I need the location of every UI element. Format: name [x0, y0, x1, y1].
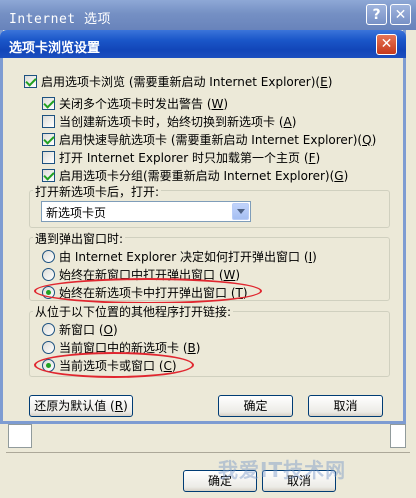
label-end: ) — [195, 340, 201, 355]
popup-group-legend: 遇到弹出窗口时: — [33, 230, 126, 247]
checkbox-box[interactable] — [24, 74, 37, 88]
checkbox-label: 打开 Internet Explorer 时只加载第一个主页 ( — [59, 150, 309, 165]
access-key: R — [114, 399, 124, 413]
label-end: ) — [371, 132, 377, 147]
checkbox-label: 关闭多个选项卡时发出警告 ( — [59, 96, 212, 111]
checkbox-box[interactable] — [42, 168, 55, 182]
new-tab-group-legend: 打开新选项卡后，打开: — [33, 183, 162, 200]
label-end: ) — [112, 322, 118, 337]
links-group-legend: 从位于以下位置的其他程序打开链接: — [33, 303, 234, 320]
switch-to-new-tab-checkbox[interactable]: 当创建新选项卡时，始终切换到新选项卡 (A) — [42, 113, 296, 129]
chevron-down-icon[interactable] — [232, 203, 249, 220]
popup-ie-decides-radio[interactable]: 由 Internet Explorer 决定如何打开弹出窗口 (I) — [42, 248, 317, 264]
internet-options-titlebar[interactable]: Internet 选项 — [0, 0, 416, 30]
label-end: ) — [327, 74, 333, 89]
checkbox-box[interactable] — [42, 96, 55, 110]
radio-label: 由 Internet Explorer 决定如何打开弹出窗口 ( — [59, 249, 309, 264]
access-key: W — [211, 96, 224, 111]
access-key: A — [283, 114, 292, 129]
label-end: ) — [235, 267, 241, 282]
background-panel — [390, 424, 406, 448]
restore-defaults-button[interactable]: 还原为默认值 (R) — [29, 395, 133, 417]
enable-tabbed-browsing-checkbox[interactable]: 启用选项卡浏览 (需要重新启动 Internet Explorer)(E) — [24, 73, 332, 89]
checkbox-label: 启用选项卡浏览 (需要重新启动 Internet Explorer)( — [41, 74, 321, 89]
access-key: Q — [362, 132, 372, 147]
watermark: 我爱IT技术网 — [218, 458, 347, 482]
tab-groups-checkbox[interactable]: 启用选项卡分组(需要重新启动 Internet Explorer)(G) — [42, 167, 348, 183]
button-label: 还原为默认值 ( — [34, 399, 115, 413]
access-key: B — [187, 340, 196, 355]
label-end: ) — [123, 399, 128, 413]
dialog-titlebar[interactable]: 选项卡浏览设置 — [0, 30, 406, 58]
radio-circle[interactable] — [42, 249, 55, 263]
radio-circle[interactable] — [42, 340, 55, 354]
checkbox-box[interactable] — [42, 132, 55, 146]
label-end: ) — [343, 168, 349, 183]
access-key: O — [103, 322, 113, 337]
radio-circle[interactable] — [42, 267, 55, 281]
select-value: 新选项卡页 — [46, 206, 107, 220]
checkbox-label: 启用选项卡分组(需要重新启动 Internet Explorer)( — [59, 168, 335, 183]
red-highlight-ellipse — [34, 278, 262, 304]
access-key: E — [320, 74, 328, 89]
radio-label: 新窗口 ( — [59, 322, 104, 337]
access-key: G — [334, 168, 344, 183]
dialog-cancel-button[interactable]: 取消 — [308, 395, 383, 417]
close-button[interactable]: ✕ — [390, 4, 411, 25]
links-new-window-radio[interactable]: 新窗口 (O) — [42, 321, 118, 337]
background-panel — [8, 424, 32, 448]
label-end: ) — [312, 249, 317, 264]
new-tab-page-select[interactable]: 新选项卡页 — [41, 201, 251, 222]
access-key: W — [223, 267, 236, 282]
panel-divider — [6, 452, 410, 461]
checkbox-label: 当创建新选项卡时，始终切换到新选项卡 ( — [59, 114, 284, 129]
dialog-title: 选项卡浏览设置 — [9, 41, 101, 56]
radio-circle[interactable] — [42, 322, 55, 336]
label-end: ) — [291, 114, 297, 129]
red-highlight-ellipse — [34, 352, 194, 378]
label-end: ) — [315, 150, 321, 165]
checkbox-box[interactable] — [42, 114, 55, 128]
checkbox-label: 启用快速导航选项卡 (需要重新启动 Internet Explorer)( — [59, 132, 363, 147]
checkbox-box[interactable] — [42, 150, 55, 164]
warn-close-tabs-checkbox[interactable]: 关闭多个选项卡时发出警告 (W) — [42, 95, 228, 111]
dialog-close-button[interactable]: ✕ — [376, 34, 397, 55]
quick-tabs-checkbox[interactable]: 启用快速导航选项卡 (需要重新启动 Internet Explorer)(Q) — [42, 131, 376, 147]
load-first-home-page-checkbox[interactable]: 打开 Internet Explorer 时只加载第一个主页 (F) — [42, 149, 320, 165]
dialog-ok-button[interactable]: 确定 — [218, 395, 293, 417]
internet-options-title: Internet 选项 — [9, 12, 111, 27]
label-end: ) — [223, 96, 229, 111]
help-button[interactable]: ? — [366, 4, 387, 25]
